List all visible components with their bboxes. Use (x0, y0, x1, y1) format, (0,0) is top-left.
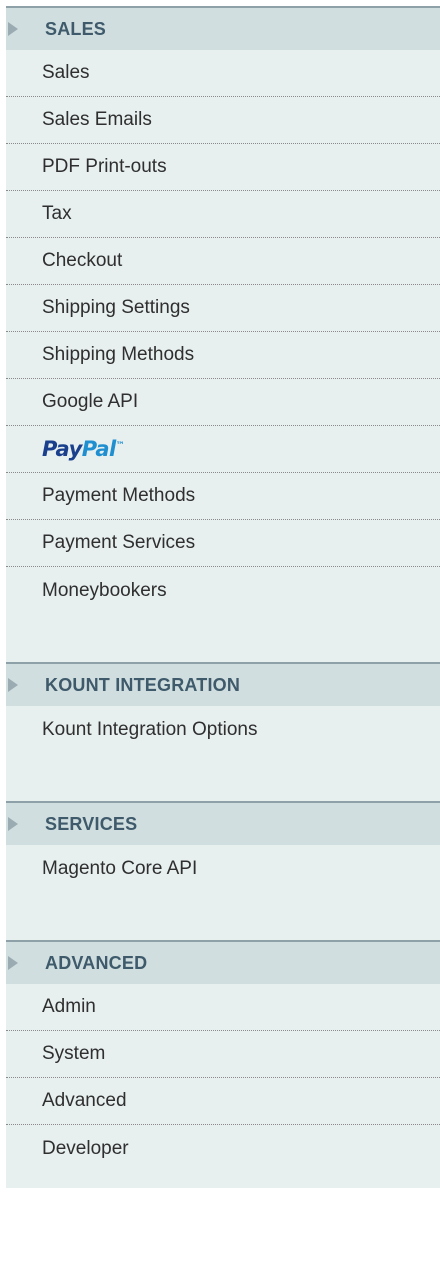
sidebar-item-moneybookers[interactable]: Moneybookers (6, 567, 440, 614)
sidebar-item-magento-core-api[interactable]: Magento Core API (6, 845, 440, 892)
section-title: SALES (45, 18, 107, 39)
section-header-advanced[interactable]: ADVANCED (6, 940, 440, 984)
sidebar-item-sales[interactable]: Sales (6, 50, 440, 97)
sidebar-item-shipping-methods[interactable]: Shipping Methods (6, 332, 440, 379)
expand-arrow-icon (8, 817, 18, 831)
sidebar-item-tax[interactable]: Tax (6, 191, 440, 238)
sidebar-item-developer[interactable]: Developer (6, 1125, 440, 1172)
section-title: KOUNT INTEGRATION (45, 674, 241, 695)
sidebar-item-label: Kount Integration Options (42, 718, 258, 740)
section-header-kount-integration[interactable]: KOUNT INTEGRATION (6, 662, 440, 706)
expand-arrow-icon (8, 678, 18, 692)
sidebar-item-label: Shipping Methods (42, 344, 195, 365)
section-services: SERVICES Magento Core API (6, 801, 440, 892)
sidebar-item-label: Google API (42, 391, 139, 412)
paypal-logo-pay: Pay (42, 437, 82, 461)
expand-arrow-icon (8, 956, 18, 970)
sidebar-item-label: System (42, 1043, 106, 1064)
sidebar-item-payment-methods[interactable]: Payment Methods (6, 473, 440, 520)
sidebar-item-label: Payment Methods (42, 485, 196, 506)
expand-arrow-icon (8, 22, 18, 36)
sidebar-item-pdf-print-outs[interactable]: PDF Print-outs (6, 144, 440, 191)
sidebar-item-label: Moneybookers (42, 579, 167, 601)
sidebar-item-sales-emails[interactable]: Sales Emails (6, 97, 440, 144)
sidebar-item-google-api[interactable]: Google API (6, 379, 440, 426)
sidebar-item-label: Sales Emails (42, 109, 152, 130)
sidebar-item-label: Advanced (42, 1090, 127, 1111)
sidebar-item-label: Payment Services (42, 532, 196, 553)
section-sales: SALES Sales Sales Emails PDF Print-outs … (6, 6, 440, 614)
config-sidebar: SALES Sales Sales Emails PDF Print-outs … (6, 6, 440, 1188)
sidebar-item-label: Admin (42, 996, 96, 1017)
sidebar-item-label: Developer (42, 1137, 129, 1159)
paypal-logo-icon: PayPal™ (42, 437, 125, 461)
sidebar-item-label: Checkout (42, 250, 123, 271)
sidebar-item-label: Sales (42, 62, 90, 83)
sidebar-item-payment-services[interactable]: Payment Services (6, 520, 440, 567)
paypal-logo-pal: Pal (81, 437, 116, 461)
sidebar-item-checkout[interactable]: Checkout (6, 238, 440, 285)
section-title: SERVICES (45, 813, 138, 834)
section-title: ADVANCED (45, 952, 148, 973)
section-kount-integration: KOUNT INTEGRATION Kount Integration Opti… (6, 662, 440, 753)
sidebar-item-advanced[interactable]: Advanced (6, 1078, 440, 1125)
sidebar-item-label: Magento Core API (42, 857, 198, 879)
section-header-services[interactable]: SERVICES (6, 801, 440, 845)
sidebar-item-label: Tax (42, 203, 72, 224)
section-advanced: ADVANCED Admin System Advanced Developer (6, 940, 440, 1172)
sidebar-item-kount-integration-options[interactable]: Kount Integration Options (6, 706, 440, 753)
sidebar-item-admin[interactable]: Admin (6, 984, 440, 1031)
sidebar-item-paypal[interactable]: PayPal™ (6, 426, 440, 473)
sidebar-item-system[interactable]: System (6, 1031, 440, 1078)
sidebar-item-label: PDF Print-outs (42, 156, 167, 177)
sidebar-item-shipping-settings[interactable]: Shipping Settings (6, 285, 440, 332)
sidebar-item-label: Shipping Settings (42, 297, 190, 318)
section-header-sales[interactable]: SALES (6, 6, 440, 50)
